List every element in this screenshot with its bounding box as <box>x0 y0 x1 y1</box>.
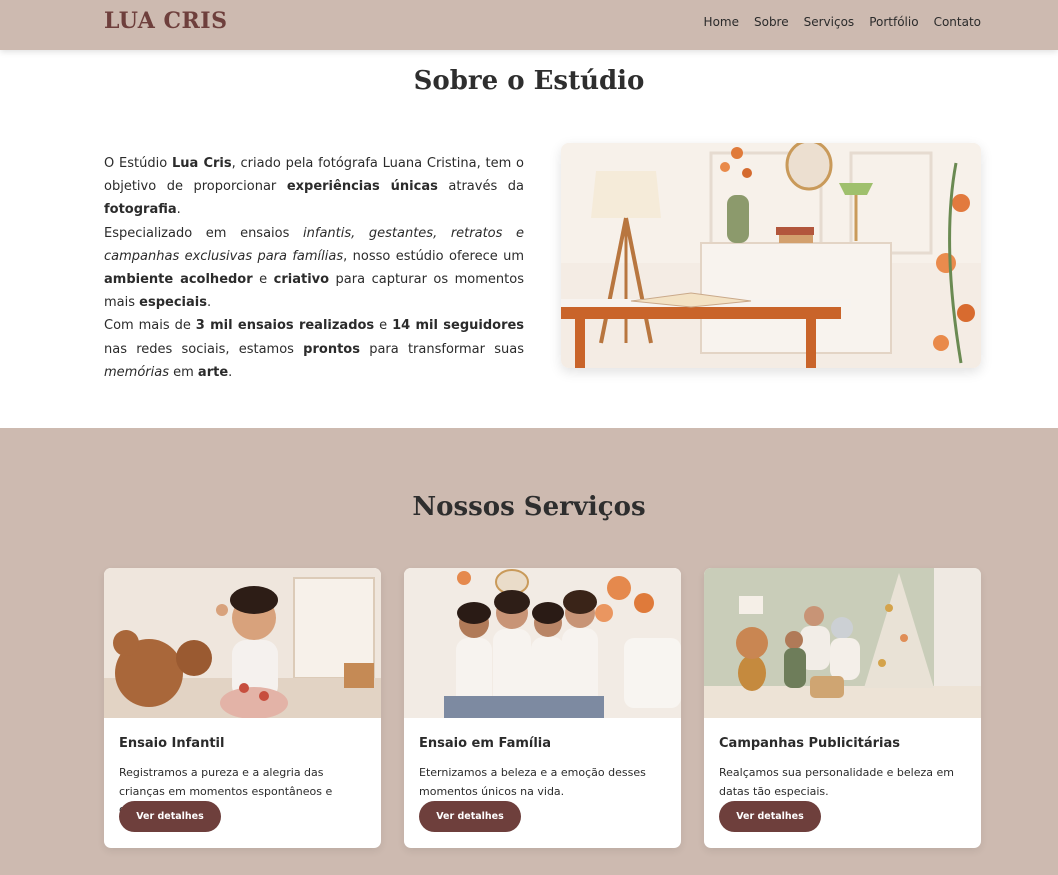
nav-link-sobre[interactable]: Sobre <box>754 15 789 29</box>
nav-link-home[interactable]: Home <box>704 15 739 29</box>
service-card-infantil: Ensaio Infantil Registramos a pureza e a… <box>104 568 381 848</box>
service-desc-familia: Eternizamos a beleza e a emoção desses m… <box>419 766 646 798</box>
nav-link-servicos[interactable]: Serviços <box>804 15 855 29</box>
studio-photo <box>561 143 981 368</box>
services-title: Nossos Serviços <box>412 492 646 522</box>
service-image-infantil <box>104 568 381 719</box>
family-photo-icon <box>404 568 681 718</box>
main-nav: Home Sobre Serviços Portfólio Contato <box>704 15 981 29</box>
site-header: LUA CRIS Home Sobre Serviços Portfólio C… <box>0 0 1058 50</box>
child-photo-icon <box>104 568 381 719</box>
service-image-familia <box>404 568 681 718</box>
site-logo[interactable]: LUA CRIS <box>104 8 227 34</box>
studio-desk-photo-icon <box>561 143 981 368</box>
service-card-familia: Ensaio em Família Eternizamos a beleza e… <box>404 568 681 848</box>
details-button-campanhas[interactable]: Ver detalhes <box>719 801 821 832</box>
christmas-campaign-photo-icon <box>704 568 981 718</box>
service-image-campanhas <box>704 568 981 718</box>
about-paragraph: O Estúdio Lua Cris, criado pela fotógraf… <box>104 156 525 380</box>
services-section: Nossos Serviços Ensaio Infantil Registra… <box>0 428 1058 875</box>
service-card-campanhas: Campanhas Publicitárias Realçamos sua pe… <box>704 568 981 848</box>
about-title: Sobre o Estúdio <box>413 66 645 96</box>
nav-link-contato[interactable]: Contato <box>934 15 981 29</box>
service-title-campanhas: Campanhas Publicitárias <box>719 736 901 751</box>
service-desc-campanhas: Realçamos sua personalidade e beleza em … <box>719 766 954 798</box>
details-button-infantil[interactable]: Ver detalhes <box>119 801 221 832</box>
nav-link-portfolio[interactable]: Portfólio <box>869 15 918 29</box>
service-title-infantil: Ensaio Infantil <box>119 736 225 751</box>
details-button-familia[interactable]: Ver detalhes <box>419 801 521 832</box>
service-title-familia: Ensaio em Família <box>419 736 552 751</box>
